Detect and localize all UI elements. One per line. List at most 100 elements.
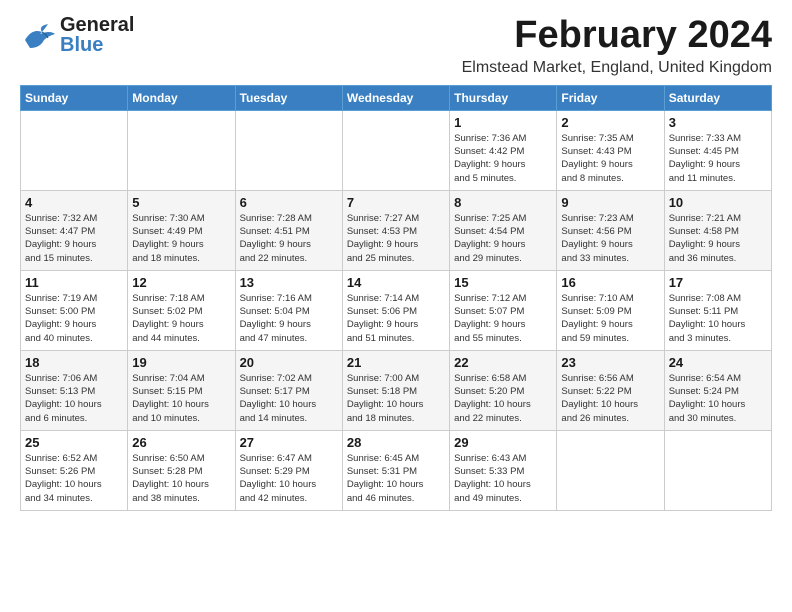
- calendar-cell: [342, 110, 449, 190]
- calendar-cell: 10 Sunrise: 7:21 AM Sunset: 4:58 PM Dayli…: [664, 190, 771, 270]
- day-info: Sunrise: 6:43 AM Sunset: 5:33 PM Dayligh…: [454, 452, 552, 505]
- day-info: Sunrise: 7:28 AM Sunset: 4:51 PM Dayligh…: [240, 212, 338, 265]
- day-info: Sunrise: 7:35 AM Sunset: 4:43 PM Dayligh…: [561, 132, 659, 185]
- calendar-cell: 7 Sunrise: 7:27 AM Sunset: 4:53 PM Daylig…: [342, 190, 449, 270]
- calendar-cell: 17Sunrise: 7:08 AM Sunset: 5:11 PM Dayli…: [664, 270, 771, 350]
- day-number: 26: [132, 435, 230, 450]
- calendar-cell: [557, 430, 664, 510]
- calendar-cell: 5Sunrise: 7:30 AM Sunset: 4:49 PM Daylig…: [128, 190, 235, 270]
- page-header: General Blue February 2024 Elmstead Mark…: [20, 15, 772, 77]
- day-info: Sunrise: 6:58 AM Sunset: 5:20 PM Dayligh…: [454, 372, 552, 425]
- day-info: Sunrise: 6:45 AM Sunset: 5:31 PM Dayligh…: [347, 452, 445, 505]
- calendar-cell: 26 Sunrise: 6:50 AM Sunset: 5:28 PM Dayli…: [128, 430, 235, 510]
- week-row-4: 18 Sunrise: 7:06 AM Sunset: 5:13 PM Dayli…: [21, 350, 772, 430]
- calendar-cell: [128, 110, 235, 190]
- calendar-subtitle: Elmstead Market, England, United Kingdom: [462, 59, 772, 77]
- day-number: 9: [561, 195, 659, 210]
- day-number: 25: [25, 435, 123, 450]
- day-number: 20: [240, 355, 338, 370]
- day-number: 18: [25, 355, 123, 370]
- day-number: 23: [561, 355, 659, 370]
- day-header-sunday: Sunday: [21, 85, 128, 110]
- day-info: Sunrise: 7:27 AM Sunset: 4:53 PM Dayligh…: [347, 212, 445, 265]
- week-row-5: 25 Sunrise: 6:52 AM Sunset: 5:26 PM Dayli…: [21, 430, 772, 510]
- calendar-cell: 8Sunrise: 7:25 AM Sunset: 4:54 PM Daylig…: [450, 190, 557, 270]
- calendar-cell: 22 Sunrise: 6:58 AM Sunset: 5:20 PM Dayli…: [450, 350, 557, 430]
- calendar-cell: 28Sunrise: 6:45 AM Sunset: 5:31 PM Dayli…: [342, 430, 449, 510]
- day-info: Sunrise: 7:36 AM Sunset: 4:42 PM Dayligh…: [454, 132, 552, 185]
- day-info: Sunrise: 7:16 AM Sunset: 5:04 PM Dayligh…: [240, 292, 338, 345]
- day-info: Sunrise: 7:33 AM Sunset: 4:45 PM Dayligh…: [669, 132, 767, 185]
- day-number: 4: [25, 195, 123, 210]
- week-row-1: 1Sunrise: 7:36 AM Sunset: 4:42 PM Daylig…: [21, 110, 772, 190]
- day-info: Sunrise: 7:21 AM Sunset: 4:58 PM Dayligh…: [669, 212, 767, 265]
- day-header-wednesday: Wednesday: [342, 85, 449, 110]
- day-number: 3: [669, 115, 767, 130]
- day-info: Sunrise: 7:23 AM Sunset: 4:56 PM Dayligh…: [561, 212, 659, 265]
- calendar-cell: 2 Sunrise: 7:35 AM Sunset: 4:43 PM Daylig…: [557, 110, 664, 190]
- day-number: 2: [561, 115, 659, 130]
- day-info: Sunrise: 7:18 AM Sunset: 5:02 PM Dayligh…: [132, 292, 230, 345]
- day-info: Sunrise: 6:56 AM Sunset: 5:22 PM Dayligh…: [561, 372, 659, 425]
- calendar-cell: 18 Sunrise: 7:06 AM Sunset: 5:13 PM Dayli…: [21, 350, 128, 430]
- day-info: Sunrise: 7:32 AM Sunset: 4:47 PM Dayligh…: [25, 212, 123, 265]
- calendar-cell: [21, 110, 128, 190]
- day-number: 11: [25, 275, 123, 290]
- day-number: 16: [561, 275, 659, 290]
- day-number: 13: [240, 275, 338, 290]
- day-info: Sunrise: 7:12 AM Sunset: 5:07 PM Dayligh…: [454, 292, 552, 345]
- header-row: SundayMondayTuesdayWednesdayThursdayFrid…: [21, 85, 772, 110]
- day-number: 12: [132, 275, 230, 290]
- day-info: Sunrise: 7:19 AM Sunset: 5:00 PM Dayligh…: [25, 292, 123, 345]
- day-header-thursday: Thursday: [450, 85, 557, 110]
- calendar-cell: 11 Sunrise: 7:19 AM Sunset: 5:00 PM Dayli…: [21, 270, 128, 350]
- calendar-cell: 19Sunrise: 7:04 AM Sunset: 5:15 PM Dayli…: [128, 350, 235, 430]
- calendar-cell: 16 Sunrise: 7:10 AM Sunset: 5:09 PM Dayli…: [557, 270, 664, 350]
- calendar-cell: 14Sunrise: 7:14 AM Sunset: 5:06 PM Dayli…: [342, 270, 449, 350]
- calendar-cell: 9 Sunrise: 7:23 AM Sunset: 4:56 PM Daylig…: [557, 190, 664, 270]
- calendar-cell: 15 Sunrise: 7:12 AM Sunset: 5:07 PM Dayli…: [450, 270, 557, 350]
- calendar-cell: 12 Sunrise: 7:18 AM Sunset: 5:02 PM Dayli…: [128, 270, 235, 350]
- day-info: Sunrise: 6:52 AM Sunset: 5:26 PM Dayligh…: [25, 452, 123, 505]
- day-info: Sunrise: 7:00 AM Sunset: 5:18 PM Dayligh…: [347, 372, 445, 425]
- day-number: 8: [454, 195, 552, 210]
- day-number: 5: [132, 195, 230, 210]
- logo: General Blue: [20, 15, 134, 55]
- day-number: 10: [669, 195, 767, 210]
- calendar-cell: 23 Sunrise: 6:56 AM Sunset: 5:22 PM Dayli…: [557, 350, 664, 430]
- day-number: 24: [669, 355, 767, 370]
- calendar-cell: 3 Sunrise: 7:33 AM Sunset: 4:45 PM Daylig…: [664, 110, 771, 190]
- calendar-cell: 1Sunrise: 7:36 AM Sunset: 4:42 PM Daylig…: [450, 110, 557, 190]
- day-info: Sunrise: 6:50 AM Sunset: 5:28 PM Dayligh…: [132, 452, 230, 505]
- calendar-cell: [664, 430, 771, 510]
- day-info: Sunrise: 6:54 AM Sunset: 5:24 PM Dayligh…: [669, 372, 767, 425]
- day-info: Sunrise: 6:47 AM Sunset: 5:29 PM Dayligh…: [240, 452, 338, 505]
- calendar-cell: 27 Sunrise: 6:47 AM Sunset: 5:29 PM Dayli…: [235, 430, 342, 510]
- calendar-table: SundayMondayTuesdayWednesdayThursdayFrid…: [20, 85, 772, 511]
- calendar-cell: 20 Sunrise: 7:02 AM Sunset: 5:17 PM Dayli…: [235, 350, 342, 430]
- day-header-saturday: Saturday: [664, 85, 771, 110]
- day-number: 6: [240, 195, 338, 210]
- day-info: Sunrise: 7:06 AM Sunset: 5:13 PM Dayligh…: [25, 372, 123, 425]
- day-number: 27: [240, 435, 338, 450]
- calendar-cell: 4 Sunrise: 7:32 AM Sunset: 4:47 PM Daylig…: [21, 190, 128, 270]
- calendar-cell: 13 Sunrise: 7:16 AM Sunset: 5:04 PM Dayli…: [235, 270, 342, 350]
- day-info: Sunrise: 7:02 AM Sunset: 5:17 PM Dayligh…: [240, 372, 338, 425]
- day-number: 22: [454, 355, 552, 370]
- calendar-cell: 25 Sunrise: 6:52 AM Sunset: 5:26 PM Dayli…: [21, 430, 128, 510]
- calendar-cell: 6 Sunrise: 7:28 AM Sunset: 4:51 PM Daylig…: [235, 190, 342, 270]
- day-number: 15: [454, 275, 552, 290]
- day-info: Sunrise: 7:10 AM Sunset: 5:09 PM Dayligh…: [561, 292, 659, 345]
- title-block: February 2024 Elmstead Market, England, …: [462, 15, 772, 77]
- day-number: 14: [347, 275, 445, 290]
- calendar-cell: 21Sunrise: 7:00 AM Sunset: 5:18 PM Dayli…: [342, 350, 449, 430]
- day-number: 17: [669, 275, 767, 290]
- day-number: 7: [347, 195, 445, 210]
- week-row-2: 4 Sunrise: 7:32 AM Sunset: 4:47 PM Daylig…: [21, 190, 772, 270]
- logo-bird-icon: [20, 20, 58, 52]
- day-info: Sunrise: 7:04 AM Sunset: 5:15 PM Dayligh…: [132, 372, 230, 425]
- day-number: 29: [454, 435, 552, 450]
- calendar-cell: 24 Sunrise: 6:54 AM Sunset: 5:24 PM Dayli…: [664, 350, 771, 430]
- calendar-body: 1Sunrise: 7:36 AM Sunset: 4:42 PM Daylig…: [21, 110, 772, 510]
- day-header-tuesday: Tuesday: [235, 85, 342, 110]
